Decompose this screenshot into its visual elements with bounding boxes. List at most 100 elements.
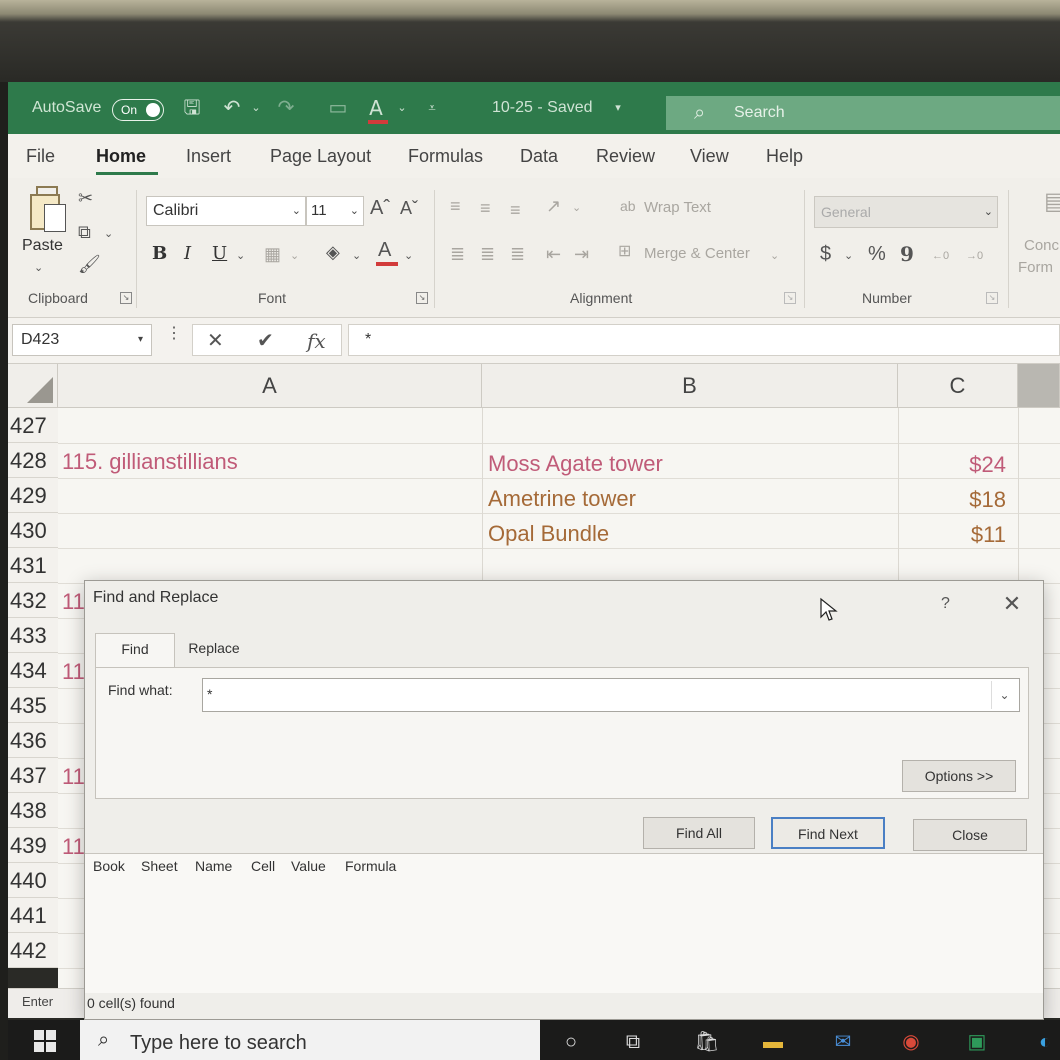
orientation-dropdown-icon[interactable]: ⌄: [572, 196, 581, 220]
cell-b[interactable]: Opal Bundle: [488, 516, 609, 551]
windows-start-icon[interactable]: [34, 1030, 56, 1052]
cell-a[interactable]: 11: [62, 654, 85, 689]
select-all-corner[interactable]: [8, 364, 58, 408]
orientation-icon[interactable]: ↗: [546, 194, 561, 218]
column-header-d[interactable]: [1018, 364, 1060, 408]
decrease-decimal-icon[interactable]: →0: [966, 244, 983, 268]
wrap-text-button[interactable]: Wrap Text: [644, 196, 711, 220]
tab-file[interactable]: File: [26, 134, 55, 178]
results-list[interactable]: Book Sheet Name Cell Value Formula: [85, 853, 1043, 993]
cut-icon[interactable]: ✂: [78, 186, 93, 210]
align-top-icon[interactable]: ≡: [450, 194, 461, 218]
title-dropdown-icon[interactable]: ▾: [606, 96, 630, 120]
cortana-icon[interactable]: ○: [558, 1028, 584, 1056]
find-next-button[interactable]: Find Next: [771, 817, 885, 849]
row-header[interactable]: 434: [8, 653, 58, 688]
conditional-format-icon[interactable]: ▤: [1044, 190, 1060, 214]
insert-function-icon[interactable]: fx: [307, 325, 326, 357]
find-what-input[interactable]: * ⌄: [202, 678, 1020, 712]
merge-center-button[interactable]: Merge & Center: [644, 242, 750, 266]
tab-insert[interactable]: Insert: [186, 134, 231, 178]
borders-icon[interactable]: ▦: [264, 242, 281, 266]
cell-a[interactable]: 11: [62, 759, 85, 794]
italic-button[interactable]: I: [184, 242, 191, 266]
search-box[interactable]: ⌕ Search: [666, 96, 1060, 130]
paste-label[interactable]: Paste: [22, 234, 63, 258]
enter-icon[interactable]: ✔: [257, 325, 274, 357]
cell-c[interactable]: $18: [900, 482, 1006, 517]
font-launcher-icon[interactable]: ↘: [416, 292, 428, 304]
cell-a[interactable]: 11: [62, 584, 85, 619]
paste-icon[interactable]: [28, 186, 66, 232]
cell-b[interactable]: Ametrine tower: [488, 481, 636, 516]
row-header[interactable]: 437: [8, 758, 58, 793]
clipboard-launcher-icon[interactable]: ↘: [120, 292, 132, 304]
tab-formulas[interactable]: Formulas: [408, 134, 483, 178]
find-all-button[interactable]: Find All: [643, 817, 755, 849]
align-right-icon[interactable]: ≣: [510, 242, 525, 266]
row-header[interactable]: 441: [8, 898, 58, 933]
number-format-select[interactable]: General ⌄: [814, 196, 998, 228]
copy-icon[interactable]: ⧉: [78, 220, 91, 244]
row-header[interactable]: 430: [8, 513, 58, 548]
decrease-indent-icon[interactable]: ⇤: [546, 242, 561, 266]
increase-indent-icon[interactable]: ⇥: [574, 242, 589, 266]
open-folder-icon[interactable]: ▭: [326, 96, 350, 120]
help-button[interactable]: ?: [941, 595, 950, 613]
merge-dropdown-icon[interactable]: ⌄: [770, 244, 779, 268]
align-middle-icon[interactable]: ≡: [480, 196, 491, 220]
row-header[interactable]: 428: [8, 443, 58, 478]
increase-font-icon[interactable]: Aˆ: [370, 196, 390, 220]
column-header-b[interactable]: B: [482, 364, 898, 408]
align-bottom-icon[interactable]: ≡: [510, 198, 521, 222]
tab-page-layout[interactable]: Page Layout: [270, 134, 371, 178]
tab-help[interactable]: Help: [766, 134, 803, 178]
tab-replace[interactable]: Replace: [183, 633, 245, 667]
increase-decimal-icon[interactable]: ←0: [932, 244, 949, 268]
paste-dropdown-icon[interactable]: ⌄: [34, 256, 43, 280]
underline-dropdown-icon[interactable]: ⌄: [236, 244, 245, 268]
file-explorer-icon[interactable]: ▬: [760, 1028, 786, 1056]
tab-find[interactable]: Find: [95, 633, 175, 669]
chrome-icon[interactable]: ◉: [898, 1028, 924, 1056]
fill-color-dropdown-icon[interactable]: ⌄: [352, 244, 361, 268]
results-col-name[interactable]: Name: [195, 858, 232, 874]
align-center-icon[interactable]: ≣: [480, 242, 495, 266]
row-header[interactable]: 433: [8, 618, 58, 653]
font-color-icon[interactable]: A: [364, 96, 388, 120]
mail-icon[interactable]: ✉: [830, 1028, 856, 1056]
row-header[interactable]: 438: [8, 793, 58, 828]
results-col-formula[interactable]: Formula: [345, 858, 396, 874]
document-title[interactable]: 10-25 - Saved: [492, 82, 593, 134]
format-table-label[interactable]: Form: [1018, 256, 1053, 280]
tab-data[interactable]: Data: [520, 134, 558, 178]
undo-dropdown-icon[interactable]: ⌄: [244, 96, 268, 120]
close-icon[interactable]: ✕: [997, 589, 1027, 619]
formula-input[interactable]: *: [348, 324, 1060, 356]
column-header-c[interactable]: C: [898, 364, 1018, 408]
font-color-dropdown-icon[interactable]: ⌄: [404, 244, 413, 268]
percent-button[interactable]: %: [868, 242, 886, 266]
taskbar-search[interactable]: ⌕ Type here to search: [80, 1020, 540, 1060]
close-button[interactable]: Close: [913, 819, 1027, 851]
row-header[interactable]: 431: [8, 548, 58, 583]
cell-a[interactable]: 11: [62, 829, 85, 864]
row-header[interactable]: 429: [8, 478, 58, 513]
conditional-format-label[interactable]: Conc: [1024, 234, 1059, 258]
cell-b[interactable]: Moss Agate tower: [488, 446, 663, 481]
copy-dropdown-icon[interactable]: ⌄: [104, 222, 113, 246]
row-header[interactable]: 439: [8, 828, 58, 863]
options-button[interactable]: Options >>: [902, 760, 1016, 792]
decrease-font-icon[interactable]: Aˇ: [400, 196, 418, 220]
font-size-select[interactable]: 11 ⌄: [306, 196, 364, 226]
column-header-a[interactable]: A: [58, 364, 482, 408]
cell-a[interactable]: 115. gillianstillians: [62, 444, 238, 479]
row-header[interactable]: 432: [8, 583, 58, 618]
fill-color-icon[interactable]: ◈: [326, 240, 340, 264]
currency-button[interactable]: $: [820, 242, 831, 266]
autosave-toggle[interactable]: On: [112, 99, 164, 121]
task-view-icon[interactable]: ⧉: [620, 1028, 646, 1056]
row-header[interactable]: 427: [8, 408, 58, 443]
borders-dropdown-icon[interactable]: ⌄: [290, 244, 299, 268]
cell-c[interactable]: $24: [900, 447, 1006, 482]
